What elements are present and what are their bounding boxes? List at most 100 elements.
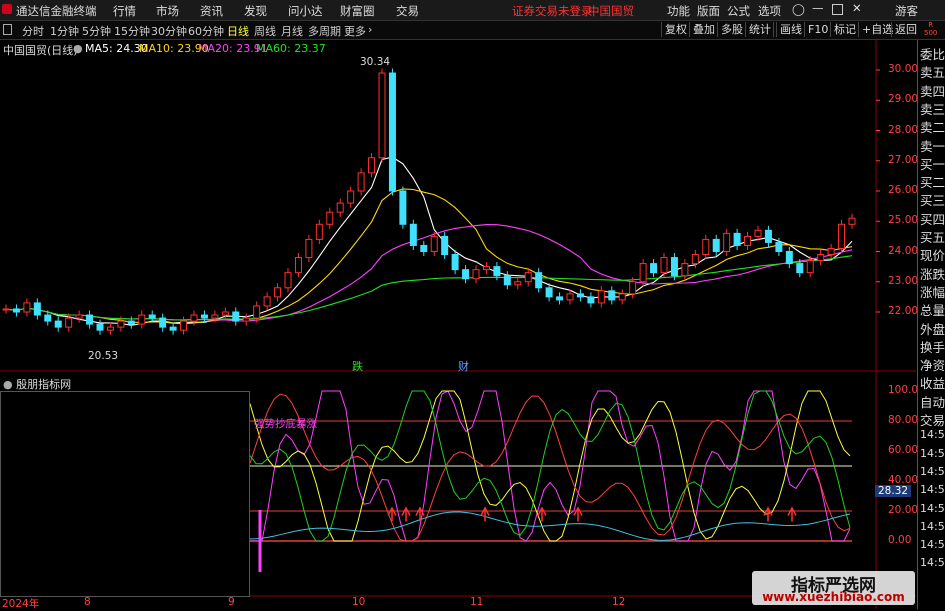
y-tick-indicator: 60.00	[888, 444, 919, 456]
period-30min[interactable]: 30分钟	[151, 23, 187, 39]
sidebar-item[interactable]: 14:56	[920, 483, 945, 496]
candle-body	[200, 314, 208, 319]
menu-item-zixun[interactable]: 资讯	[200, 3, 223, 19]
candle-body	[33, 302, 41, 316]
sidebar-item[interactable]: 交易	[920, 410, 945, 429]
period-1min[interactable]: 1分钟	[50, 23, 79, 39]
candle-body	[253, 305, 261, 319]
period-5min[interactable]: 5分钟	[82, 23, 111, 39]
sidebar-item[interactable]: 卖三	[920, 99, 945, 118]
low-price-label: 20.53	[88, 350, 119, 362]
candle-body	[503, 275, 511, 286]
candle-body	[430, 235, 438, 252]
sidebar-item[interactable]: 卖四	[920, 81, 945, 100]
sidebar-item[interactable]: 卖一	[920, 136, 945, 155]
sidebar-item[interactable]: 买一	[920, 154, 945, 173]
sidebar-item[interactable]: 买二	[920, 172, 945, 191]
candle-body	[294, 257, 302, 274]
sidebar-item[interactable]: 卖二	[920, 117, 945, 136]
sidebar-item[interactable]: 自动	[920, 392, 945, 411]
y-tick-main: 27.00	[888, 153, 919, 166]
user-label[interactable]: 游客	[895, 3, 918, 19]
candle-body	[733, 232, 741, 246]
sidebar-item[interactable]: 14:56	[920, 502, 945, 515]
menu-item-jiaoyi[interactable]: 交易	[396, 3, 419, 19]
candle-body	[556, 296, 564, 301]
menu-item-gongneng[interactable]: 功能	[667, 3, 690, 19]
chevron-right-icon[interactable]: ›	[368, 23, 372, 36]
menu-item-xuanxiang[interactable]: 选项	[758, 3, 781, 19]
btn-huaxian[interactable]: 画线	[776, 22, 805, 37]
menu-item-hangqing[interactable]: 行情	[113, 3, 136, 19]
btn-back[interactable]: 返回	[891, 22, 920, 37]
btn-duogu[interactable]: 多股	[717, 22, 746, 37]
btn-biaoji[interactable]: 标记	[830, 22, 859, 37]
btn-f10[interactable]: F10	[804, 22, 831, 37]
y-tick-indicator: 20.00	[888, 504, 919, 516]
sidebar-item[interactable]: 收益	[920, 373, 945, 392]
sidebar-item[interactable]: 14:56	[920, 465, 945, 478]
maximize-icon[interactable]	[832, 4, 843, 15]
sidebar-item[interactable]: 净资	[920, 355, 945, 374]
candle-body	[65, 317, 73, 328]
period-monthly[interactable]: 月线	[281, 23, 303, 39]
btn-diejia[interactable]: 叠加	[689, 22, 718, 37]
candle-body	[388, 72, 396, 192]
quote-sidebar: 委比 卖五 卖四 卖三 卖二 卖一 买一 买二 买三 买四 买五 现价 涨跌 涨幅 总量 外盘 换手 净资 收益 自动…	[917, 40, 945, 609]
candle-body	[44, 314, 52, 322]
sidebar-item[interactable]: 14:56	[920, 520, 945, 533]
high-price-label: 30.34	[360, 56, 391, 68]
candle-body	[409, 223, 417, 246]
menu-item-faxian[interactable]: 发现	[244, 3, 267, 19]
sidebar-item[interactable]: 卖五	[920, 62, 945, 81]
candle-body	[169, 326, 177, 331]
buy-signal-arrow	[480, 506, 490, 522]
menu-item-gongshi[interactable]: 公式	[727, 3, 750, 19]
sidebar-item[interactable]: 买三	[920, 190, 945, 209]
y-tick-indicator: 0.00	[888, 534, 912, 546]
buy-signal-arrow	[763, 506, 773, 522]
btn-fuquan[interactable]: 复权	[661, 22, 690, 37]
sidebar-item[interactable]: 现价	[920, 245, 945, 264]
btn-tongji[interactable]: 统计	[745, 22, 774, 37]
menu-item-shichang[interactable]: 市场	[156, 3, 179, 19]
menu-item-banmian[interactable]: 版面	[697, 3, 720, 19]
period-weekly[interactable]: 周线	[254, 23, 276, 39]
sidebar-item[interactable]: 14:56	[920, 538, 945, 551]
period-multi[interactable]: 多周期	[308, 23, 341, 39]
candle-body	[775, 241, 783, 253]
buy-signal-arrow	[787, 506, 797, 522]
sidebar-item[interactable]: 外盘	[920, 319, 945, 338]
login-status[interactable]: 证券交易未登录	[512, 3, 593, 19]
sidebar-item[interactable]: 涨跌	[920, 264, 945, 283]
ma10-line	[5, 188, 853, 325]
list-icon[interactable]	[3, 24, 12, 35]
period-daily[interactable]: 日线	[227, 23, 249, 39]
period-15min[interactable]: 15分钟	[114, 23, 150, 39]
sidebar-item[interactable]: 换手	[920, 337, 945, 356]
sidebar-item[interactable]: 买五	[920, 227, 945, 246]
watermark-url: www.xuezhibiao.com	[762, 590, 905, 604]
sidebar-item[interactable]: 14:56	[920, 447, 945, 460]
close-icon[interactable]: ✕	[852, 1, 862, 15]
sidebar-item[interactable]: 14:56	[920, 428, 945, 441]
sidebar-item[interactable]: 买四	[920, 209, 945, 228]
period-60min[interactable]: 60分钟	[188, 23, 224, 39]
sidebar-item[interactable]: 委比	[920, 44, 945, 63]
menu-item-wenxiaoda[interactable]: 问小达	[288, 3, 323, 19]
sidebar-item[interactable]: 涨幅	[920, 282, 945, 301]
menu-item-caifuquan[interactable]: 财富圈	[340, 3, 375, 19]
candle-body	[378, 72, 386, 159]
candle-body	[441, 235, 449, 256]
minimize-icon[interactable]: —	[812, 1, 824, 15]
sidebar-item[interactable]: 总量	[920, 300, 945, 319]
x-axis-label: 11	[470, 596, 484, 608]
candle-body	[305, 238, 313, 259]
sidebar-item[interactable]: 14:56	[920, 556, 945, 569]
period-more[interactable]: 更多	[344, 23, 366, 39]
candle-body	[691, 254, 699, 265]
period-fenshi[interactable]: 分时	[22, 23, 44, 39]
headset-icon[interactable]: ◯	[792, 2, 805, 16]
settings-dot-icon[interactable]: ●	[3, 378, 13, 391]
candle-body	[211, 314, 219, 319]
